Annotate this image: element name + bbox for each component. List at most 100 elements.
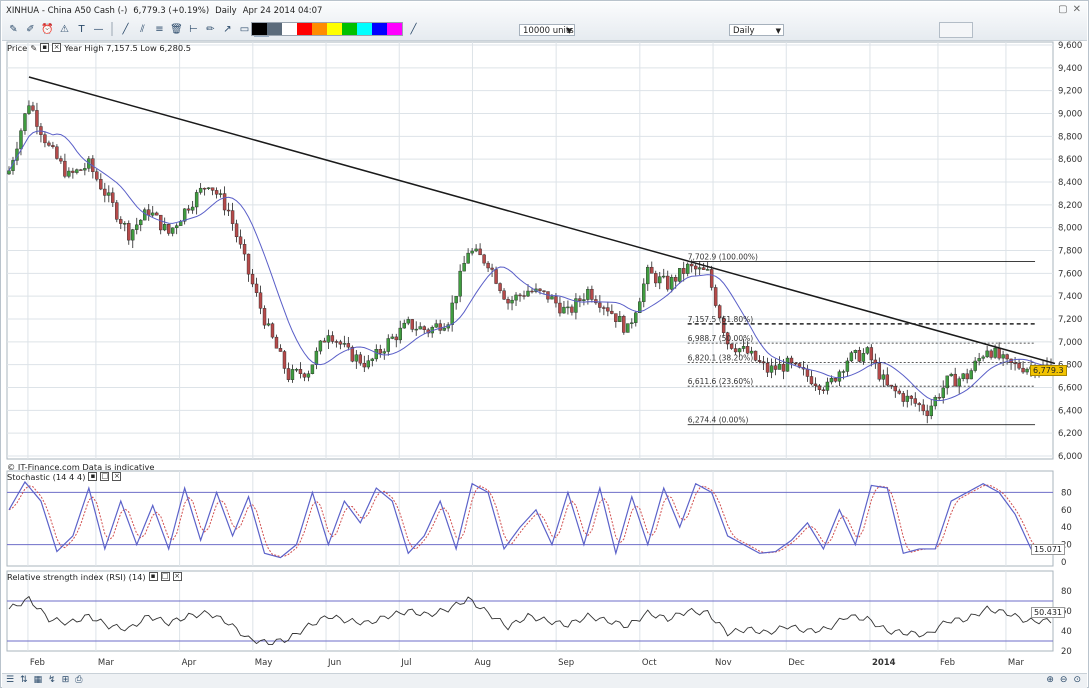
candle-body (486, 262, 490, 269)
close-panel-icon[interactable]: × (172, 572, 182, 581)
candle-body (103, 188, 107, 196)
candle-body (849, 352, 854, 362)
candle-body (414, 328, 418, 331)
layout-icon[interactable]: ⊞ (62, 675, 70, 685)
candle-body (833, 377, 838, 382)
candle-body (7, 170, 11, 175)
candle-body (709, 269, 714, 288)
chart-type-icon[interactable]: ▦ (34, 675, 43, 685)
candle-body (186, 208, 191, 211)
candle-body (626, 323, 630, 333)
candle-body (586, 289, 590, 300)
candle-body (234, 223, 239, 238)
candle-body (741, 346, 746, 349)
candle-body (318, 340, 323, 352)
candle-body (901, 393, 905, 402)
candle-body (506, 298, 510, 304)
pin-icon[interactable]: ✎ (30, 43, 37, 53)
candle-body (198, 187, 203, 193)
candle-body (346, 343, 351, 348)
candle-body (107, 192, 111, 196)
stochastic-y-tick: 60 (1061, 506, 1072, 516)
close-panel-icon[interactable]: × (112, 472, 122, 481)
candle-body (518, 294, 522, 297)
candle-body (685, 263, 690, 274)
maximize-icon[interactable]: □ (160, 572, 170, 581)
zoom-in-icon[interactable]: ⊕ (1046, 675, 1054, 685)
candle-body (342, 343, 347, 345)
list-icon[interactable]: ☰ (6, 675, 14, 685)
candle-body (326, 335, 331, 343)
candle-body (410, 319, 414, 330)
candle-body (322, 340, 327, 343)
stochastic-last-tag: 15.071 (1031, 544, 1065, 555)
y-tick-label: 6,000 (1058, 452, 1082, 462)
maximize-icon[interactable]: □ (100, 472, 110, 481)
x-tick-label: Apr (182, 658, 197, 668)
y-tick-label: 7,400 (1058, 292, 1082, 302)
indicator-icon[interactable]: ↯ (48, 675, 56, 685)
settings-icon[interactable]: ▪ (148, 572, 158, 581)
candle-body (969, 370, 973, 380)
candle-body (965, 373, 969, 380)
candle-body (654, 273, 658, 284)
candle-body (570, 306, 574, 313)
candle-body (781, 363, 786, 372)
candle-body (582, 299, 586, 301)
rsi-panel (6, 570, 1054, 652)
candle-body (809, 376, 814, 385)
candle-body (670, 277, 674, 290)
close-panel-icon[interactable]: × (52, 43, 62, 52)
candle-body (1001, 354, 1005, 359)
candle-body (897, 390, 901, 394)
candle-body (155, 212, 159, 216)
candle-body (642, 283, 646, 302)
candle-body (226, 209, 231, 212)
chart-window: XINHUA - China A50 Cash (-) 6,779.3 (+0.… (0, 0, 1089, 688)
candle-body (254, 283, 259, 293)
rsi-label: Relative strength index (RSI) (14) (7, 571, 146, 582)
candle-body (386, 338, 390, 352)
zoom-reset-icon[interactable]: ⊙ (1073, 675, 1081, 685)
candle-body (43, 134, 47, 144)
candle-body (953, 373, 957, 387)
settings-icon[interactable]: ▪ (40, 43, 50, 52)
candle-body (678, 268, 682, 282)
candle-body (841, 371, 846, 373)
settings-icon[interactable]: ▪ (88, 472, 98, 481)
candle-body (238, 236, 243, 245)
candle-body (813, 383, 818, 386)
candle-body (1017, 362, 1021, 369)
candle-body (466, 252, 470, 264)
candle-body (462, 263, 466, 272)
candle-body (470, 250, 474, 254)
candle-body (1025, 368, 1029, 373)
candle-body (330, 335, 335, 342)
y-tick-label: 6,200 (1058, 429, 1082, 439)
candle-body (366, 360, 371, 368)
candle-body (494, 269, 498, 284)
candle-body (67, 170, 71, 177)
zoom-out-icon[interactable]: ⊖ (1060, 675, 1068, 685)
x-tick-label: Feb (940, 658, 955, 668)
candle-body (857, 350, 862, 362)
y-tick-label: 9,400 (1058, 64, 1082, 74)
candle-body (127, 223, 131, 241)
candle-body (514, 294, 518, 301)
candle-body (921, 404, 925, 412)
x-tick-label: Nov (715, 658, 732, 668)
candle-body (282, 351, 287, 369)
candle-body (298, 369, 303, 374)
x-tick-label: Dec (788, 658, 805, 668)
candle-body (482, 254, 486, 264)
candle-body (170, 227, 175, 234)
candle-body (622, 316, 626, 333)
x-tick-label: Jul (400, 658, 411, 668)
print-icon[interactable]: ⎙ (75, 675, 82, 685)
stochastic-y-tick: 80 (1061, 488, 1072, 498)
candle-body (27, 105, 31, 114)
candle-body (997, 347, 1001, 359)
candle-body (765, 362, 770, 373)
up-down-icon[interactable]: ⇅ (20, 675, 28, 685)
candle-body (957, 378, 961, 387)
